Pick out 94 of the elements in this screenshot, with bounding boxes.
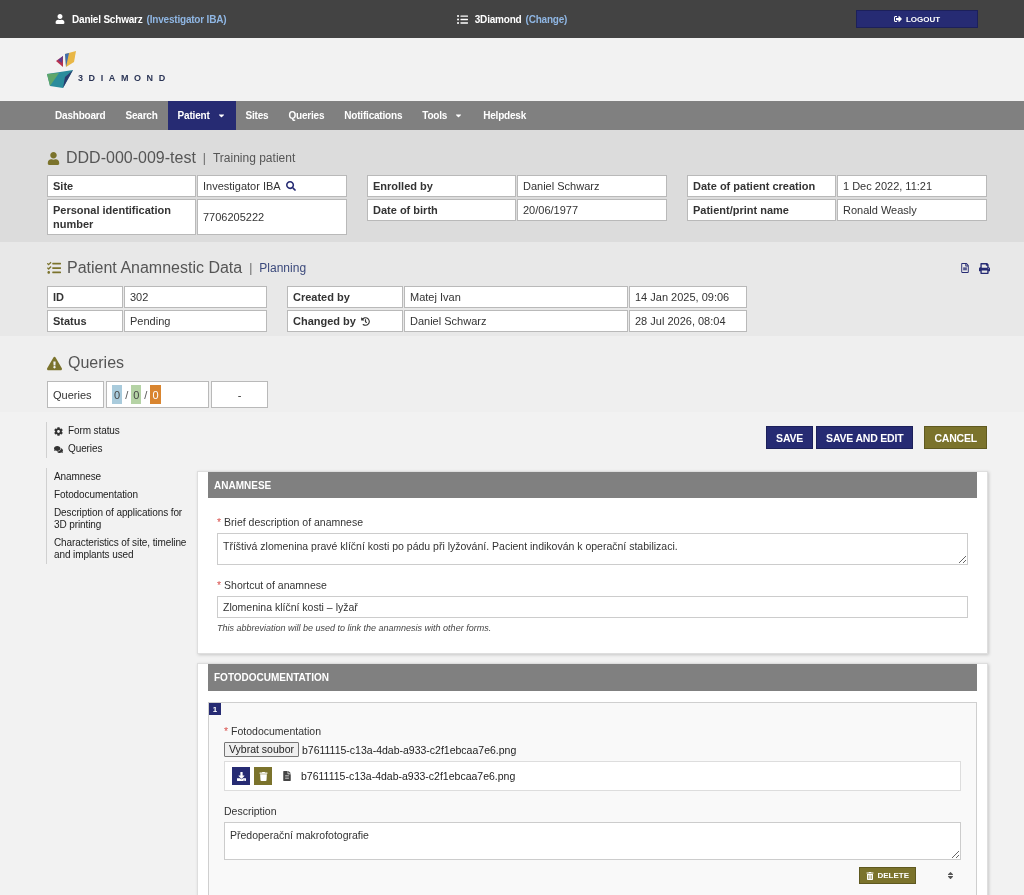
nav-item[interactable]: Notifications [334, 101, 413, 130]
section-link[interactable]: Characteristics of site, timeline and implants used [54, 537, 190, 561]
user-icon [47, 151, 60, 165]
change-link[interactable]: (Change) [525, 13, 568, 25]
file-name: b7611115-c13a-4dab-a933-c2f1ebcaa7e6.png [301, 770, 516, 782]
download-icon [236, 771, 246, 781]
search-icon[interactable] [285, 181, 296, 191]
print-icon[interactable] [979, 262, 990, 274]
header-cell: Date of birth [367, 199, 516, 221]
history-icon[interactable] [360, 316, 370, 326]
table-cell: 14 Jan 2025, 09:06 [629, 286, 747, 308]
nav-item[interactable]: Queries [278, 101, 335, 130]
checklist-icon [47, 261, 61, 275]
text-area[interactable]: Tříštivá zlomenina pravé klíční kosti po pádu při lyžování. Pacient indikován k operační stabilizaci. [217, 533, 968, 565]
table-cell: Daniel Schwarz [517, 175, 667, 197]
slash-separator: / [144, 387, 148, 402]
sidebar-link[interactable]: Form status [54, 425, 190, 437]
file-icon [282, 771, 292, 781]
choose-file-button[interactable]: Vybrat soubor [224, 742, 299, 757]
logout-button[interactable]: LOGOUT [856, 10, 978, 28]
field-label: * Fotodocumentation [224, 725, 322, 738]
table-cell: Ronald Weasly [837, 199, 987, 221]
file-name: b7611115-c13a-4dab-a933-c2f1ebcaa7e6.png [302, 743, 517, 756]
remove-file-button[interactable] [254, 767, 272, 785]
logo-icon [47, 50, 76, 89]
field-label: * Shortcut of anamnese [217, 579, 328, 592]
nav-item[interactable]: Sites [235, 101, 279, 130]
table-cell: 28 Jul 2026, 08:04 [629, 310, 747, 332]
trash-icon [866, 871, 875, 880]
section-link[interactable]: Description of applications for 3D printing [54, 507, 190, 531]
header-cell: Enrolled by [367, 175, 516, 197]
comments-icon [54, 444, 63, 454]
field-label: * Brief description of anamnese [217, 516, 364, 529]
table-cell: Pending [124, 310, 267, 332]
table-cell: - [211, 381, 268, 408]
user-icon [55, 14, 65, 24]
table-cell: 1 Dec 2022, 11:21 [837, 175, 987, 197]
header-cell: Site [47, 175, 196, 197]
table-cell: 20/06/1977 [517, 199, 667, 221]
sort-icon[interactable] [946, 871, 955, 880]
section-header: ANAMNESE [208, 472, 977, 498]
list-icon [456, 13, 468, 25]
input-field[interactable]: Zlomenina klíční kosti – lyžař [217, 596, 968, 618]
header-cell: Patient/print name [687, 199, 836, 221]
nav-item[interactable]: Search [115, 101, 168, 130]
table-cell: 7706205222 [197, 199, 347, 235]
user-name: Daniel Schwarz [72, 13, 143, 25]
header-cell: Created by [287, 286, 403, 308]
settings-icon [54, 426, 63, 436]
logout-icon [893, 15, 902, 23]
section-header: FOTODOCUMENTATION [208, 664, 977, 691]
count-badge: 0 [131, 385, 142, 404]
nav-item[interactable]: Tools [412, 101, 474, 130]
nav-item[interactable]: Dashboard [45, 101, 116, 130]
project-name: 3Diamond [474, 13, 522, 25]
form-subtitle: Planning [259, 261, 307, 275]
patient-title: DDD-000-009-test [66, 149, 196, 167]
table-cell: 302 [124, 286, 267, 308]
header-cell: ID [47, 286, 123, 308]
help-text: This abbreviation will be used to link the anamnesis with other forms. [217, 623, 493, 633]
number-badge: 1 [209, 703, 221, 715]
logo-text: 3DIAMOND [78, 72, 171, 85]
title-separator: | [249, 261, 253, 275]
section-link[interactable]: Anamnese [54, 471, 190, 483]
table-cell: Matej Ivan [404, 286, 628, 308]
table-cell: Daniel Schwarz [404, 310, 628, 332]
count-badge: 0 [150, 385, 161, 404]
slash-separator: / [125, 387, 129, 402]
role-link[interactable]: (Investigator IBA) [146, 13, 227, 25]
cell-text: Changed by [293, 314, 356, 328]
nav-item[interactable]: Patient [167, 101, 236, 130]
document-icon[interactable] [960, 263, 970, 273]
count-badge: 0 [112, 385, 123, 404]
header-cell: Queries [47, 381, 104, 408]
text-area[interactable]: Předoperační makrofotografie [224, 822, 961, 860]
header-cell: Date of patient creation [687, 175, 836, 197]
patient-subtitle: Training patient [212, 151, 296, 165]
queries-title: Queries [68, 354, 125, 372]
header-cell: Status [47, 310, 123, 332]
cancel-button[interactable]: CANCEL [924, 426, 987, 449]
title-separator: | [202, 151, 206, 165]
section-link[interactable]: Fotodocumentation [54, 489, 190, 501]
save-button[interactable]: SAVE [766, 426, 814, 449]
warning-icon [47, 355, 62, 371]
trash-icon [258, 771, 268, 781]
download-button[interactable] [232, 767, 250, 785]
cell-text: Investigator IBA [203, 179, 281, 193]
save-and-edit-button[interactable]: SAVE AND EDIT [816, 426, 914, 449]
form-title: Patient Anamnestic Data [67, 259, 243, 277]
nav-item[interactable]: Helpdesk [473, 101, 537, 130]
sidebar-link[interactable]: Queries [54, 443, 190, 455]
field-label: Description [224, 805, 278, 818]
header-cell: Personal identification number [47, 199, 196, 235]
delete-button[interactable]: DELETE [859, 867, 916, 884]
